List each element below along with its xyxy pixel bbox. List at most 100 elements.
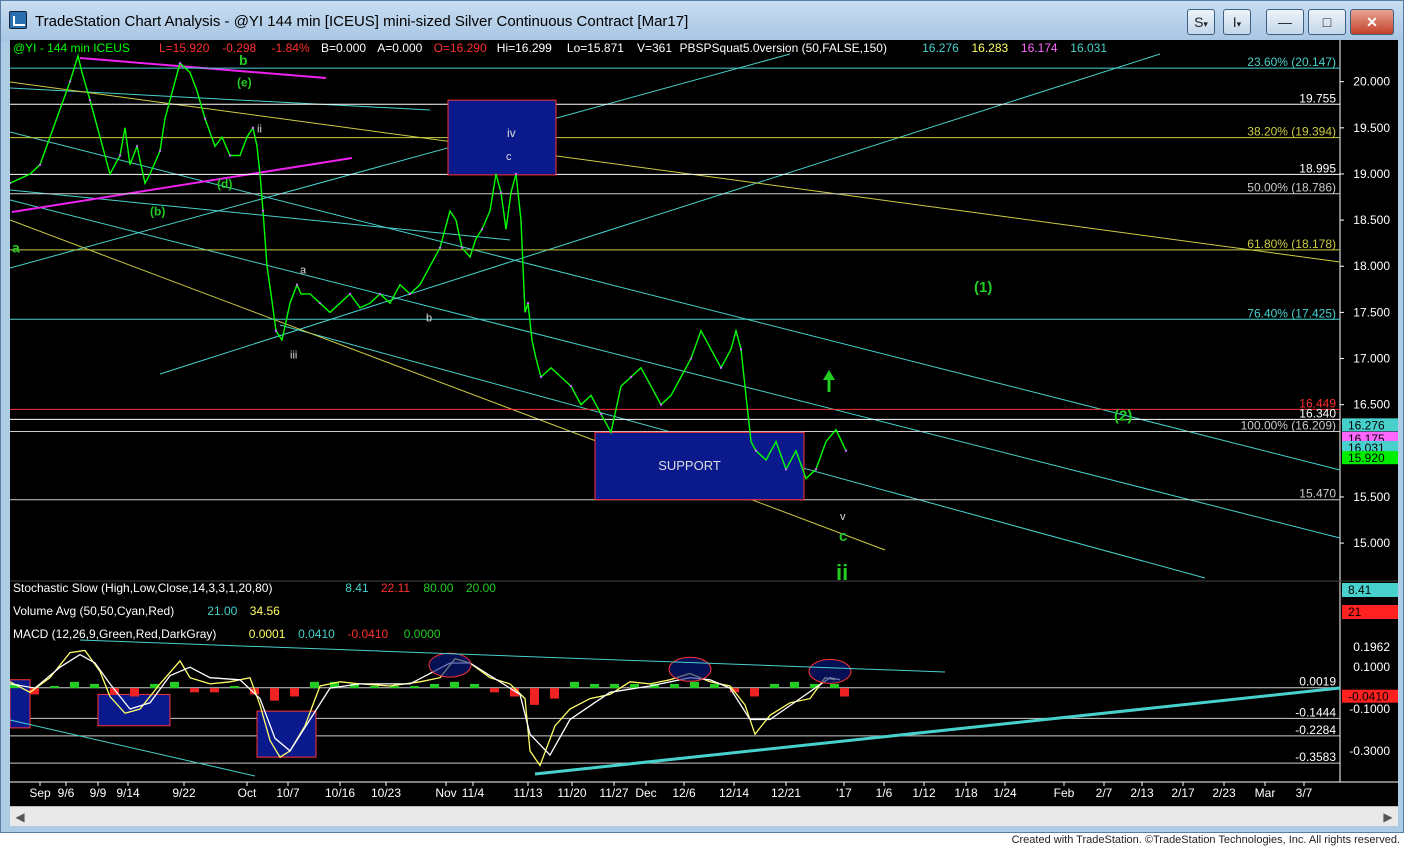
indicator-label: MACD (12,26,9,Green,Red,DarkGray) xyxy=(13,627,216,641)
macd-histogram-bar xyxy=(70,681,79,689)
indicator-label: 22.11 xyxy=(381,581,410,595)
price-tick-label: 17.000 xyxy=(1353,352,1390,366)
chart-canvas[interactable]: 23.60% (20.147) 19.755 38.20% (19.394) 18.9… xyxy=(10,40,1398,806)
macd-histogram-bar xyxy=(690,681,699,689)
price-point xyxy=(378,292,382,296)
macd-histogram-bar xyxy=(170,681,179,689)
price-point xyxy=(261,209,265,213)
s-button-label: S xyxy=(1194,14,1204,30)
macd-histogram-bar xyxy=(270,688,279,701)
price-point xyxy=(526,301,530,305)
time-tick-label: 3/7 xyxy=(1296,786,1313,800)
symbol-info-item: -1.84% xyxy=(272,41,310,55)
time-tick-label: 2/17 xyxy=(1171,786,1195,800)
symbol-info-item: A=0.000 xyxy=(377,41,422,55)
macd-histogram-bar xyxy=(530,688,539,705)
time-tick-label: 12/6 xyxy=(672,786,696,800)
macd-histogram-bar xyxy=(610,683,619,689)
title-bar[interactable]: TradeStation Chart Analysis - @YI 144 mi… xyxy=(1,1,1403,41)
time-tick-label: 11/20 xyxy=(557,786,586,800)
symbol-info-item: V=361 xyxy=(637,41,672,55)
indicator-label: Stochastic Slow (High,Low,Close,14,3,3,1… xyxy=(13,581,272,595)
time-tick-label: 10/16 xyxy=(325,786,355,800)
time-tick-label: 11/4 xyxy=(462,786,485,800)
macd-histogram-bar xyxy=(710,683,719,689)
price-point xyxy=(499,191,503,194)
symbol-info-item: Hi=16.299 xyxy=(497,41,552,55)
macd-level-label: -0.2284 xyxy=(1295,723,1336,737)
price-tick-label: 18.000 xyxy=(1353,259,1390,273)
indicator-value-tag-text: 8.41 xyxy=(1348,583,1372,597)
symbol-info-item: L=15.920 xyxy=(159,41,210,55)
price-point xyxy=(719,366,723,369)
macd-histogram-bar xyxy=(290,688,299,697)
window-title: TradeStation Chart Analysis - @YI 144 mi… xyxy=(35,13,689,30)
scroll-left-icon[interactable]: ◀ xyxy=(13,810,27,824)
level-label: 50.00% (18.786) xyxy=(1247,181,1336,195)
macd-level-label: 0.0019 xyxy=(1299,675,1336,689)
wave-label: (d) xyxy=(217,177,232,191)
price-point xyxy=(784,468,788,471)
macd-box xyxy=(256,710,317,758)
price-point xyxy=(203,117,207,120)
time-tick-label: 9/6 xyxy=(58,786,75,800)
macd-histogram-bar xyxy=(190,688,199,693)
indicator-label: 20.00 xyxy=(466,581,496,595)
macd-histogram-bar xyxy=(210,688,219,693)
wave-label: v xyxy=(840,511,846,523)
indicator-value-tag-text: 21 xyxy=(1348,605,1362,619)
macd-histogram-bar xyxy=(670,683,679,689)
indicator-label: 80.00 xyxy=(423,581,453,595)
chart-area[interactable]: 23.60% (20.147) 19.755 38.20% (19.394) 18.9… xyxy=(10,40,1398,806)
price-point xyxy=(118,154,122,157)
copyright-text: Created with TradeStation. ©TradeStation… xyxy=(1011,834,1400,846)
price-point xyxy=(754,449,758,453)
price-point xyxy=(460,246,464,249)
macd-histogram-bar xyxy=(550,688,559,699)
macd-histogram-bar xyxy=(410,686,419,689)
price-tick-label: 17.500 xyxy=(1353,305,1390,319)
time-tick-label: Mar xyxy=(1255,786,1276,800)
macd-histogram-bar xyxy=(750,688,759,697)
price-point xyxy=(689,357,693,360)
symbol-info-item: -0.298 xyxy=(222,41,256,55)
macd-tick-label: -0.1000 xyxy=(1349,702,1390,716)
maximize-button[interactable]: □ xyxy=(1308,9,1346,35)
price-tick-label: 18.500 xyxy=(1353,213,1390,227)
time-tick-label: 2/13 xyxy=(1130,786,1154,800)
price-tick-label: 16.500 xyxy=(1353,398,1390,412)
divergence-marker xyxy=(808,658,852,684)
time-tick-label: 2/23 xyxy=(1212,786,1236,800)
close-button[interactable]: ✕ xyxy=(1350,9,1394,35)
time-tick-label: 12/21 xyxy=(771,786,801,800)
indicator-label: 21.00 xyxy=(207,604,237,618)
macd-histogram-bar xyxy=(490,688,499,693)
time-tick-label: 9/22 xyxy=(172,786,196,800)
time-tick-label: 1/18 xyxy=(954,786,978,800)
symbol-info-item: O=16.290 xyxy=(434,41,487,55)
wave-label: (2) xyxy=(1114,407,1132,424)
macd-tick-label: 0.1962 xyxy=(1353,640,1390,654)
scroll-right-icon[interactable]: ▶ xyxy=(1381,810,1395,824)
price-point xyxy=(814,468,818,471)
footer: Created with TradeStation. ©TradeStation… xyxy=(0,833,1404,847)
price-point xyxy=(844,449,848,453)
symbol-info-item: 16.174 xyxy=(1021,41,1058,55)
close-icon: ✕ xyxy=(1366,14,1378,30)
level-label: 100.00% (16.209) xyxy=(1241,419,1336,433)
minimize-button[interactable]: — xyxy=(1266,9,1304,35)
wave-label: ii xyxy=(257,123,262,135)
price-point xyxy=(348,292,352,296)
time-tick-label: 10/7 xyxy=(276,786,300,800)
time-tick-label: 10/23 xyxy=(371,786,401,800)
price-tick-label: 15.500 xyxy=(1353,490,1390,504)
level-label: 23.60% (20.147) xyxy=(1247,55,1336,69)
maximize-icon: □ xyxy=(1322,14,1332,30)
price-point xyxy=(295,283,299,286)
i-menu-button[interactable]: I▾ xyxy=(1223,9,1251,35)
s-menu-button[interactable]: S▾ xyxy=(1187,9,1215,35)
macd-histogram-bar xyxy=(830,683,839,689)
price-point xyxy=(629,375,633,379)
horizontal-scrollbar[interactable]: ◀ ▶ xyxy=(10,806,1398,826)
macd-histogram-bar xyxy=(430,683,439,689)
